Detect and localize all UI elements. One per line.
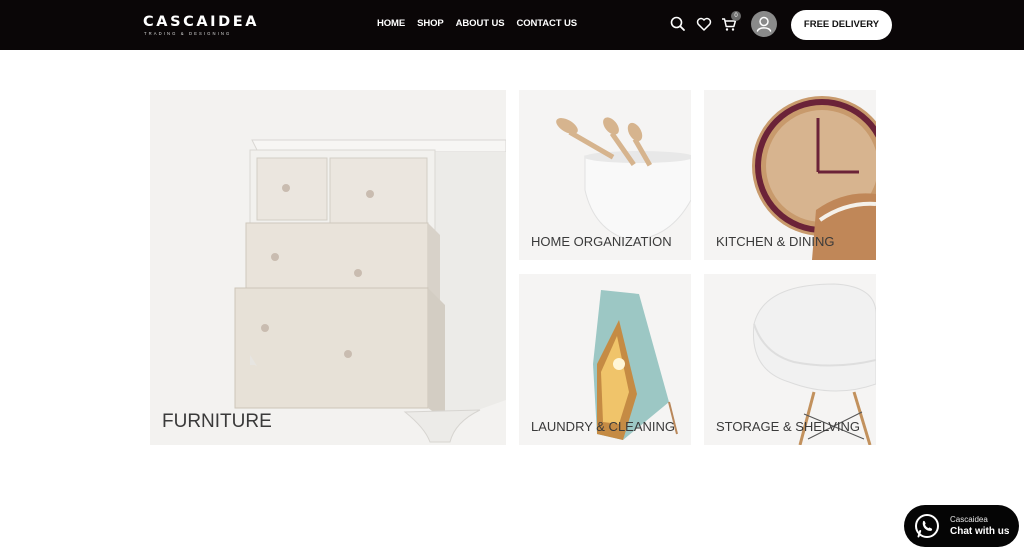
chat-cta: Chat with us (950, 526, 1010, 537)
whatsapp-chat-button[interactable]: Cascaidea Chat with us (904, 505, 1019, 547)
main-menu: HOME SHOP ABOUT US CONTACT US (377, 18, 589, 29)
category-label: LAUNDRY & CLEANING (531, 419, 676, 434)
nav-contact-us[interactable]: CONTACT US (516, 18, 577, 29)
search-icon[interactable] (669, 15, 687, 33)
user-icon[interactable] (751, 11, 777, 37)
whatsapp-icon (913, 512, 941, 540)
top-navigation-bar: CASCAIDEA TRADING & DESIGNING HOME SHOP … (0, 0, 1024, 50)
nav-shop[interactable]: SHOP (417, 18, 444, 29)
category-tile-kitchen-dining[interactable]: KITCHEN & DINING (704, 90, 876, 260)
category-tile-furniture[interactable]: FURNITURE (150, 90, 506, 445)
category-label: KITCHEN & DINING (716, 234, 835, 249)
category-label: FURNITURE (162, 411, 272, 432)
heart-icon[interactable] (695, 15, 713, 33)
free-delivery-button[interactable]: FREE DELIVERY (791, 10, 892, 40)
brand-tagline: TRADING & DESIGNING (144, 31, 232, 36)
brand-name: CASCAIDEA (143, 14, 260, 30)
cart-count-badge: 0 (731, 11, 741, 21)
cart-icon[interactable]: 0 (720, 11, 741, 33)
brand-logo[interactable]: CASCAIDEA TRADING & DESIGNING (143, 14, 259, 36)
category-label: HOME ORGANIZATION (531, 234, 672, 249)
category-tile-storage-shelving[interactable]: STORAGE & SHELVING (704, 274, 876, 445)
chat-agent-name: Cascaidea (950, 515, 988, 524)
dresser-image (150, 90, 506, 445)
category-tile-home-organization[interactable]: HOME ORGANIZATION (519, 90, 691, 260)
category-tile-laundry-cleaning[interactable]: LAUNDRY & CLEANING (519, 274, 691, 445)
nav-home[interactable]: HOME (377, 18, 405, 29)
category-label: STORAGE & SHELVING (716, 419, 861, 434)
nav-about-us[interactable]: ABOUT US (456, 18, 505, 29)
